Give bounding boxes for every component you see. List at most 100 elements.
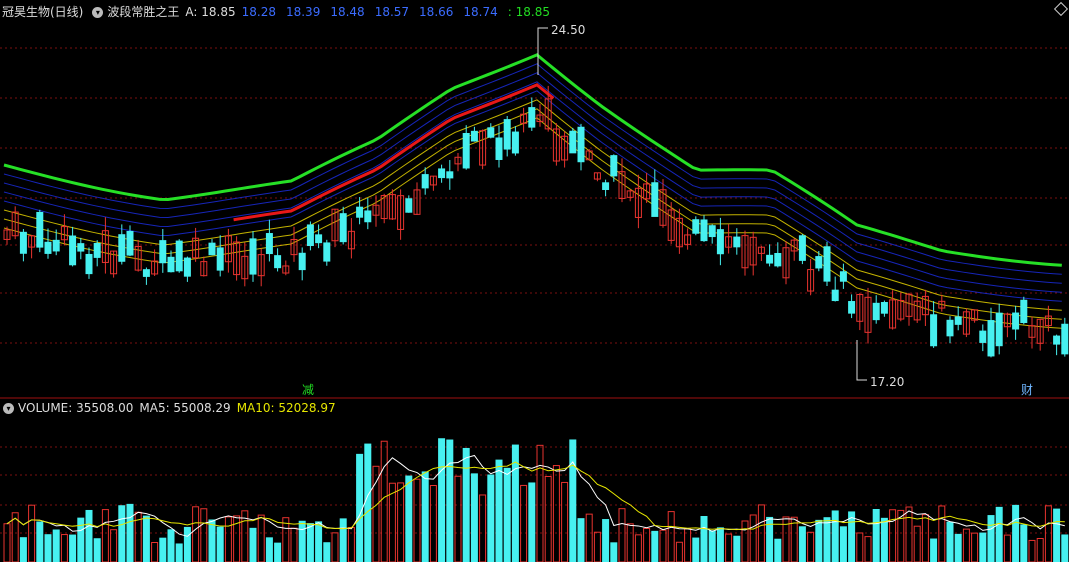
- high-leader-line: [537, 27, 548, 75]
- volume-bar: [954, 533, 962, 562]
- candle-body: [839, 271, 847, 282]
- volume-bar: [1003, 534, 1011, 562]
- volume-bar: [823, 517, 831, 562]
- candle-body: [306, 224, 314, 247]
- candle-body: [1020, 299, 1028, 324]
- candle-body: [19, 231, 27, 254]
- candle-body: [323, 242, 331, 262]
- volume-bar: [593, 531, 601, 562]
- volume-bar: [561, 481, 569, 562]
- volume-bar: [798, 526, 806, 562]
- volume-value: VOLUME: 35508.00: [18, 401, 134, 415]
- volume-bar: [364, 443, 372, 562]
- volume-bar: [265, 537, 273, 562]
- price-annotations: [537, 27, 867, 381]
- candle-body: [831, 289, 839, 302]
- candle-body: [339, 213, 347, 243]
- candle-body: [610, 155, 618, 177]
- volume-bar: [1028, 539, 1036, 562]
- volume-bar: [1053, 508, 1061, 562]
- volume-bar: [405, 475, 413, 562]
- indicator-value-3: 18.48: [330, 5, 365, 19]
- volume-bar: [421, 471, 429, 562]
- volume-bar: [774, 538, 782, 562]
- candle-body: [93, 242, 101, 258]
- kline-chart-canvas[interactable]: [0, 0, 1069, 562]
- volume-bar: [249, 527, 257, 562]
- volume-bar: [487, 474, 495, 562]
- volume-bar: [397, 482, 405, 562]
- volume-bar: [880, 517, 888, 562]
- candle-body: [511, 131, 519, 154]
- indicator-name[interactable]: 波段常胜之王: [107, 4, 179, 20]
- candle-body: [569, 130, 577, 154]
- volume-bar: [930, 538, 938, 562]
- volume-bar: [323, 542, 331, 562]
- candle-body: [700, 219, 708, 242]
- volume-bar: [626, 523, 634, 562]
- volume-bar: [200, 508, 208, 562]
- candle-body: [954, 316, 962, 325]
- volume-bar: [175, 543, 183, 562]
- signal-marker-jian: 减: [302, 383, 315, 397]
- volume-bar: [282, 517, 290, 562]
- candle-body: [487, 127, 495, 138]
- volume-bar: [101, 509, 109, 562]
- candle-body: [159, 240, 167, 264]
- candle-body: [946, 319, 954, 337]
- volume-bar: [733, 535, 741, 562]
- volume-panel-header: ▾ VOLUME: 35508.00 MA5: 55008.29 MA10: 5…: [0, 400, 342, 416]
- candle-body: [265, 233, 273, 255]
- volume-bar: [69, 534, 77, 562]
- candle-body: [602, 182, 610, 191]
- candle-body: [495, 137, 503, 160]
- volume-bar: [52, 529, 60, 562]
- signal-marker-cai: 财: [1021, 383, 1034, 397]
- candle-body: [175, 240, 183, 272]
- candle-body: [733, 236, 741, 248]
- volume-bar: [995, 506, 1003, 562]
- low-leader-line: [856, 340, 867, 381]
- volume-bar: [708, 530, 716, 562]
- volume-bar: [44, 534, 52, 562]
- candle-body: [405, 198, 413, 213]
- volume-bar: [503, 467, 511, 562]
- indicator-value-1: 18.28: [241, 5, 276, 19]
- volume-bar: [700, 516, 708, 562]
- volume-bar: [856, 532, 864, 562]
- volume-bar: [454, 475, 462, 562]
- candle-body: [651, 182, 659, 217]
- volume-bar: [208, 519, 216, 562]
- candle-body: [462, 133, 470, 169]
- volume-bar: [528, 482, 536, 562]
- volume-bar: [725, 533, 733, 562]
- volume-bar: [889, 509, 897, 562]
- dropdown-circle-icon[interactable]: ▾: [92, 6, 104, 18]
- volume-bar: [413, 478, 421, 562]
- volume-bar: [151, 542, 159, 562]
- volume-bar: [28, 504, 36, 562]
- volume-bars: [3, 438, 1069, 562]
- indicator-last-value: : 18.85: [507, 5, 550, 19]
- volume-bar: [470, 473, 478, 562]
- volume-bar: [905, 506, 913, 562]
- volume-bar: [257, 514, 265, 562]
- candle-body: [987, 320, 995, 357]
- volume-bar: [913, 525, 921, 562]
- candle-body: [503, 119, 511, 150]
- volume-bar: [331, 532, 339, 562]
- volume-bar: [446, 439, 454, 562]
- volume-bar: [315, 521, 323, 562]
- volume-bar: [85, 509, 93, 562]
- volume-bar: [979, 532, 987, 562]
- fan-line: [3, 108, 1062, 320]
- candle-body: [142, 269, 150, 277]
- dropdown-circle-icon[interactable]: ▾: [3, 402, 14, 414]
- volume-bar: [192, 506, 200, 562]
- volume-bar: [667, 511, 675, 562]
- candle-body: [52, 239, 60, 252]
- volume-bar: [36, 521, 44, 562]
- candle-body: [216, 247, 224, 271]
- volume-bar: [126, 503, 134, 562]
- volume-bar: [60, 534, 68, 562]
